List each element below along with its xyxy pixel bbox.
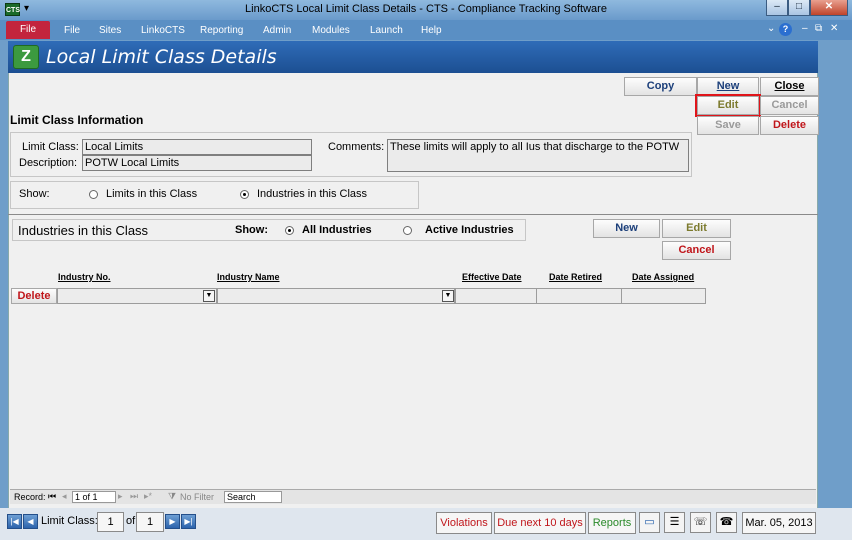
copy-button[interactable]: Copy [624,77,697,96]
phone-icon[interactable]: ☎ [716,512,737,533]
doc-restore-icon[interactable]: ⧉ [815,23,822,34]
industry-cancel-button[interactable]: Cancel [662,241,731,260]
active-industries-radio[interactable] [403,226,412,235]
limit-class-label: Limit Class: [22,141,79,153]
menu-modules[interactable]: Modules [312,25,350,36]
due-next-button[interactable]: Due next 10 days [494,512,586,534]
close-window-icon[interactable]: ✕ [810,0,848,16]
new-button[interactable]: New [697,77,759,96]
date-assigned-cell[interactable] [621,288,706,304]
file-tab[interactable]: File [6,21,50,39]
prev-record-icon[interactable]: ◂ [62,491,67,502]
last-record-icon[interactable]: ▶| [181,514,196,529]
divider [8,214,818,215]
col-industry-no: Industry No. [58,272,111,282]
next-record-icon[interactable]: ▶ [165,514,180,529]
document-icon[interactable]: ☰ [664,512,685,533]
last-record-icon[interactable]: ⏭ [130,491,138,502]
first-record-icon[interactable]: ⏮ [48,491,56,502]
date-retired-cell[interactable] [536,288,622,304]
col-date-retired: Date Retired [549,272,603,282]
reports-button[interactable]: Reports [588,512,636,534]
col-industry-name: Industry Name [217,272,280,282]
comments-field[interactable]: These limits will apply to all Ius that … [387,139,689,172]
menu-sites[interactable]: Sites [99,25,121,36]
linko-logo-icon: Z [13,45,39,69]
prev-record-icon[interactable]: ◀ [23,514,38,529]
total-records-field: 1 [136,512,164,532]
maximize-icon[interactable]: □ [788,0,810,16]
chevron-down-icon[interactable]: ▼ [442,290,454,302]
first-record-icon[interactable]: |◀ [7,514,22,529]
active-industries-label[interactable]: Active Industries [425,224,514,236]
chevron-down-icon[interactable]: ▼ [203,290,215,302]
delete-button[interactable]: Delete [760,116,819,135]
callback-icon[interactable]: ☏ [690,512,711,533]
industries-radio-label[interactable]: Industries in this Class [257,188,367,200]
industry-new-button[interactable]: New [593,219,660,238]
save-button[interactable]: Save [697,116,759,135]
menu-file[interactable]: File [64,25,80,36]
doc-close-icon[interactable]: ✕ [830,23,838,34]
bottom-limit-class-label: Limit Class: [41,515,98,527]
close-button[interactable]: Close [760,77,819,96]
window-title: LinkoCTS Local Limit Class Details - CTS… [245,3,607,15]
industries-radio[interactable] [240,190,249,199]
minimize-icon[interactable]: – [766,0,788,16]
current-record-field[interactable]: 1 [97,512,124,532]
cancel-button[interactable]: Cancel [760,96,819,115]
menu-launch[interactable]: Launch [370,25,403,36]
row-delete-button[interactable]: Delete [11,288,57,304]
limit-class-field[interactable]: Local Limits [82,139,312,155]
record-label: Record: [14,492,46,502]
no-filter-button[interactable]: No Filter [180,492,214,502]
industry-no-combo[interactable] [57,288,217,304]
new-record-icon[interactable]: ▸* [144,491,152,502]
menu-admin[interactable]: Admin [263,25,291,36]
help-icon[interactable]: ? [779,23,792,36]
filter-icon: ⧩ [168,491,177,501]
violations-button[interactable]: Violations [436,512,492,534]
limits-radio[interactable] [89,190,98,199]
page-title: Local Limit Class Details [46,46,277,68]
of-label: of [126,515,136,527]
effective-date-cell[interactable] [455,288,537,304]
subform-record-nav: Record: ⏮ ◂ 1 of 1 ▸ ⏭ ▸* ⧩ No Filter Se… [10,489,816,504]
industry-name-combo[interactable] [217,288,455,304]
menu-reporting[interactable]: Reporting [200,25,243,36]
comments-label: Comments: [328,141,385,153]
menu-linkocts[interactable]: LinkoCTS [141,25,185,36]
search-field[interactable]: Search [224,491,282,503]
description-label: Description: [19,157,78,169]
col-date-assigned: Date Assigned [632,272,695,282]
edit-button[interactable]: Edit [695,94,761,117]
section-title: Limit Class Information [10,113,144,127]
monitor-icon[interactable]: ▭ [639,512,660,533]
window-title-bar: CTS ▾ LinkoCTS Local Limit Class Details… [0,0,852,20]
industries-title: Industries in this Class [18,223,149,238]
ribbon-collapse-icon[interactable]: ⌄ [767,23,775,34]
all-industries-radio[interactable] [285,226,294,235]
industry-edit-button[interactable]: Edit [662,219,731,238]
date-display: Mar. 05, 2013 [742,512,816,534]
record-position-field[interactable]: 1 of 1 [72,491,116,503]
doc-minimize-icon[interactable]: – [802,23,808,34]
industries-show-label: Show: [235,224,268,236]
description-field[interactable]: POTW Local Limits [82,155,312,171]
all-industries-label[interactable]: All Industries [302,224,372,236]
col-effective-date: Effective Date [462,272,522,282]
show-label: Show: [19,188,50,200]
limits-radio-label[interactable]: Limits in this Class [106,188,197,200]
menu-help[interactable]: Help [421,25,442,36]
next-record-icon[interactable]: ▸ [118,491,123,502]
